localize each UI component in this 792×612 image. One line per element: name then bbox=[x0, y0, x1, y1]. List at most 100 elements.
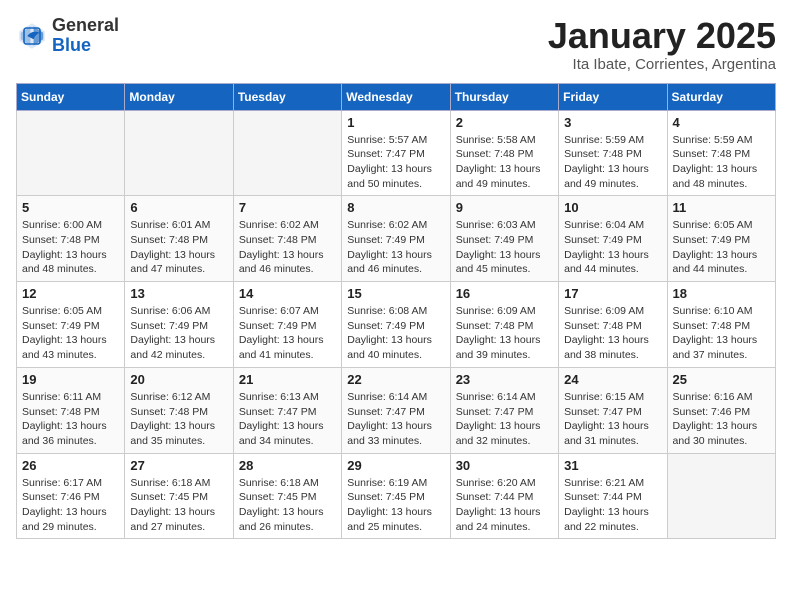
calendar-cell: 29 Sunrise: 6:19 AMSunset: 7:45 PMDayligh… bbox=[342, 453, 450, 539]
calendar-cell: 18 Sunrise: 6:10 AMSunset: 7:48 PMDayligh… bbox=[667, 282, 775, 368]
day-number: 10 bbox=[564, 200, 661, 215]
calendar-cell: 31Sunrise: 6:21 AMSunset: 7:44 PMDayligh… bbox=[559, 453, 667, 539]
day-info: Sunrise: 6:04 AMSunset: 7:49 PMDaylight:… bbox=[564, 218, 661, 277]
day-number: 22 bbox=[347, 372, 444, 387]
calendar-week-3: 12Sunrise: 6:05 AMSunset: 7:49 PMDayligh… bbox=[17, 282, 776, 368]
day-info: Sunrise: 5:59 AMSunset: 7:48 PMDaylight:… bbox=[564, 133, 661, 192]
day-info: Sunrise: 6:14 AMSunset: 7:47 PMDaylight:… bbox=[456, 390, 553, 449]
weekday-header-row: SundayMondayTuesdayWednesdayThursdayFrid… bbox=[17, 83, 776, 110]
day-info: Sunrise: 6:08 AMSunset: 7:49 PMDaylight:… bbox=[347, 304, 444, 363]
calendar-cell: 19 Sunrise: 6:11 AMSunset: 7:48 PMDayligh… bbox=[17, 367, 125, 453]
title-block: January 2025 Ita Ibate, Corrientes, Arge… bbox=[548, 16, 776, 73]
calendar-subtitle: Ita Ibate, Corrientes, Argentina bbox=[548, 56, 776, 73]
day-info: Sunrise: 6:09 AMSunset: 7:48 PMDaylight:… bbox=[456, 304, 553, 363]
day-info: Sunrise: 6:19 AMSunset: 7:45 PMDaylight:… bbox=[347, 476, 444, 535]
day-info: Sunrise: 6:02 AMSunset: 7:49 PMDaylight:… bbox=[347, 218, 444, 277]
day-info: Sunrise: 6:10 AMSunset: 7:48 PMDaylight:… bbox=[673, 304, 770, 363]
logo-text: General Blue bbox=[52, 16, 119, 56]
weekday-header-sunday: Sunday bbox=[17, 83, 125, 110]
day-number: 29 bbox=[347, 458, 444, 473]
calendar-week-4: 19 Sunrise: 6:11 AMSunset: 7:48 PMDayligh… bbox=[17, 367, 776, 453]
day-number: 31 bbox=[564, 458, 661, 473]
logo-blue: Blue bbox=[52, 35, 91, 55]
calendar-title: January 2025 bbox=[548, 16, 776, 56]
calendar-cell: 4Sunrise: 5:59 AMSunset: 7:48 PMDaylight… bbox=[667, 110, 775, 196]
day-number: 15 bbox=[347, 286, 444, 301]
calendar-cell: 1 Sunrise: 5:57 AMSunset: 7:47 PMDaylight… bbox=[342, 110, 450, 196]
calendar-cell: 30Sunrise: 6:20 AMSunset: 7:44 PMDayligh… bbox=[450, 453, 558, 539]
day-number: 28 bbox=[239, 458, 336, 473]
day-info: Sunrise: 6:07 AMSunset: 7:49 PMDaylight:… bbox=[239, 304, 336, 363]
day-number: 13 bbox=[130, 286, 227, 301]
calendar-week-5: 26 Sunrise: 6:17 AMSunset: 7:46 PMDayligh… bbox=[17, 453, 776, 539]
day-info: Sunrise: 6:00 AMSunset: 7:48 PMDaylight:… bbox=[22, 218, 119, 277]
day-number: 8 bbox=[347, 200, 444, 215]
day-info: Sunrise: 6:17 AMSunset: 7:46 PMDaylight:… bbox=[22, 476, 119, 535]
day-info: Sunrise: 6:11 AMSunset: 7:48 PMDaylight:… bbox=[22, 390, 119, 449]
weekday-header-friday: Friday bbox=[559, 83, 667, 110]
weekday-header-tuesday: Tuesday bbox=[233, 83, 341, 110]
day-number: 18 bbox=[673, 286, 770, 301]
calendar-cell: 20Sunrise: 6:12 AMSunset: 7:48 PMDayligh… bbox=[125, 367, 233, 453]
day-info: Sunrise: 6:06 AMSunset: 7:49 PMDaylight:… bbox=[130, 304, 227, 363]
day-number: 19 bbox=[22, 372, 119, 387]
day-number: 1 bbox=[347, 115, 444, 130]
day-info: Sunrise: 6:02 AMSunset: 7:48 PMDaylight:… bbox=[239, 218, 336, 277]
day-number: 17 bbox=[564, 286, 661, 301]
day-info: Sunrise: 6:05 AMSunset: 7:49 PMDaylight:… bbox=[673, 218, 770, 277]
weekday-header-wednesday: Wednesday bbox=[342, 83, 450, 110]
day-number: 7 bbox=[239, 200, 336, 215]
day-info: Sunrise: 6:20 AMSunset: 7:44 PMDaylight:… bbox=[456, 476, 553, 535]
day-info: Sunrise: 5:58 AMSunset: 7:48 PMDaylight:… bbox=[456, 133, 553, 192]
day-number: 14 bbox=[239, 286, 336, 301]
day-number: 11 bbox=[673, 200, 770, 215]
calendar-table: SundayMondayTuesdayWednesdayThursdayFrid… bbox=[16, 83, 776, 540]
calendar-cell: 8 Sunrise: 6:02 AMSunset: 7:49 PMDaylight… bbox=[342, 196, 450, 282]
day-number: 24 bbox=[564, 372, 661, 387]
logo-icon bbox=[16, 20, 48, 52]
day-info: Sunrise: 6:09 AMSunset: 7:48 PMDaylight:… bbox=[564, 304, 661, 363]
calendar-cell: 2 Sunrise: 5:58 AMSunset: 7:48 PMDaylight… bbox=[450, 110, 558, 196]
calendar-cell bbox=[667, 453, 775, 539]
day-number: 26 bbox=[22, 458, 119, 473]
day-info: Sunrise: 6:01 AMSunset: 7:48 PMDaylight:… bbox=[130, 218, 227, 277]
calendar-week-1: 1 Sunrise: 5:57 AMSunset: 7:47 PMDaylight… bbox=[17, 110, 776, 196]
calendar-cell bbox=[125, 110, 233, 196]
calendar-cell: 27 Sunrise: 6:18 AMSunset: 7:45 PMDayligh… bbox=[125, 453, 233, 539]
day-number: 21 bbox=[239, 372, 336, 387]
calendar-cell: 6 Sunrise: 6:01 AMSunset: 7:48 PMDaylight… bbox=[125, 196, 233, 282]
calendar-cell: 16 Sunrise: 6:09 AMSunset: 7:48 PMDayligh… bbox=[450, 282, 558, 368]
day-number: 6 bbox=[130, 200, 227, 215]
calendar-cell bbox=[233, 110, 341, 196]
calendar-cell: 12Sunrise: 6:05 AMSunset: 7:49 PMDayligh… bbox=[17, 282, 125, 368]
calendar-cell: 13 Sunrise: 6:06 AMSunset: 7:49 PMDayligh… bbox=[125, 282, 233, 368]
page-header: General Blue January 2025 Ita Ibate, Cor… bbox=[16, 16, 776, 73]
calendar-cell: 25Sunrise: 6:16 AMSunset: 7:46 PMDayligh… bbox=[667, 367, 775, 453]
day-number: 20 bbox=[130, 372, 227, 387]
day-number: 2 bbox=[456, 115, 553, 130]
calendar-cell: 26 Sunrise: 6:17 AMSunset: 7:46 PMDayligh… bbox=[17, 453, 125, 539]
day-info: Sunrise: 5:57 AMSunset: 7:47 PMDaylight:… bbox=[347, 133, 444, 192]
day-number: 5 bbox=[22, 200, 119, 215]
day-info: Sunrise: 6:13 AMSunset: 7:47 PMDaylight:… bbox=[239, 390, 336, 449]
day-info: Sunrise: 6:15 AMSunset: 7:47 PMDaylight:… bbox=[564, 390, 661, 449]
calendar-cell: 11 Sunrise: 6:05 AMSunset: 7:49 PMDayligh… bbox=[667, 196, 775, 282]
calendar-cell: 22 Sunrise: 6:14 AMSunset: 7:47 PMDayligh… bbox=[342, 367, 450, 453]
calendar-week-2: 5 Sunrise: 6:00 AMSunset: 7:48 PMDaylight… bbox=[17, 196, 776, 282]
day-number: 27 bbox=[130, 458, 227, 473]
logo: General Blue bbox=[16, 16, 119, 56]
day-info: Sunrise: 5:59 AMSunset: 7:48 PMDaylight:… bbox=[673, 133, 770, 192]
calendar-cell: 15 Sunrise: 6:08 AMSunset: 7:49 PMDayligh… bbox=[342, 282, 450, 368]
day-info: Sunrise: 6:14 AMSunset: 7:47 PMDaylight:… bbox=[347, 390, 444, 449]
logo-general: General bbox=[52, 15, 119, 35]
day-number: 16 bbox=[456, 286, 553, 301]
day-info: Sunrise: 6:18 AMSunset: 7:45 PMDaylight:… bbox=[239, 476, 336, 535]
calendar-cell: 23Sunrise: 6:14 AMSunset: 7:47 PMDayligh… bbox=[450, 367, 558, 453]
calendar-cell: 5 Sunrise: 6:00 AMSunset: 7:48 PMDaylight… bbox=[17, 196, 125, 282]
calendar-cell: 3 Sunrise: 5:59 AMSunset: 7:48 PMDaylight… bbox=[559, 110, 667, 196]
day-number: 3 bbox=[564, 115, 661, 130]
calendar-cell: 17 Sunrise: 6:09 AMSunset: 7:48 PMDayligh… bbox=[559, 282, 667, 368]
calendar-cell: 24 Sunrise: 6:15 AMSunset: 7:47 PMDayligh… bbox=[559, 367, 667, 453]
day-info: Sunrise: 6:18 AMSunset: 7:45 PMDaylight:… bbox=[130, 476, 227, 535]
day-number: 9 bbox=[456, 200, 553, 215]
